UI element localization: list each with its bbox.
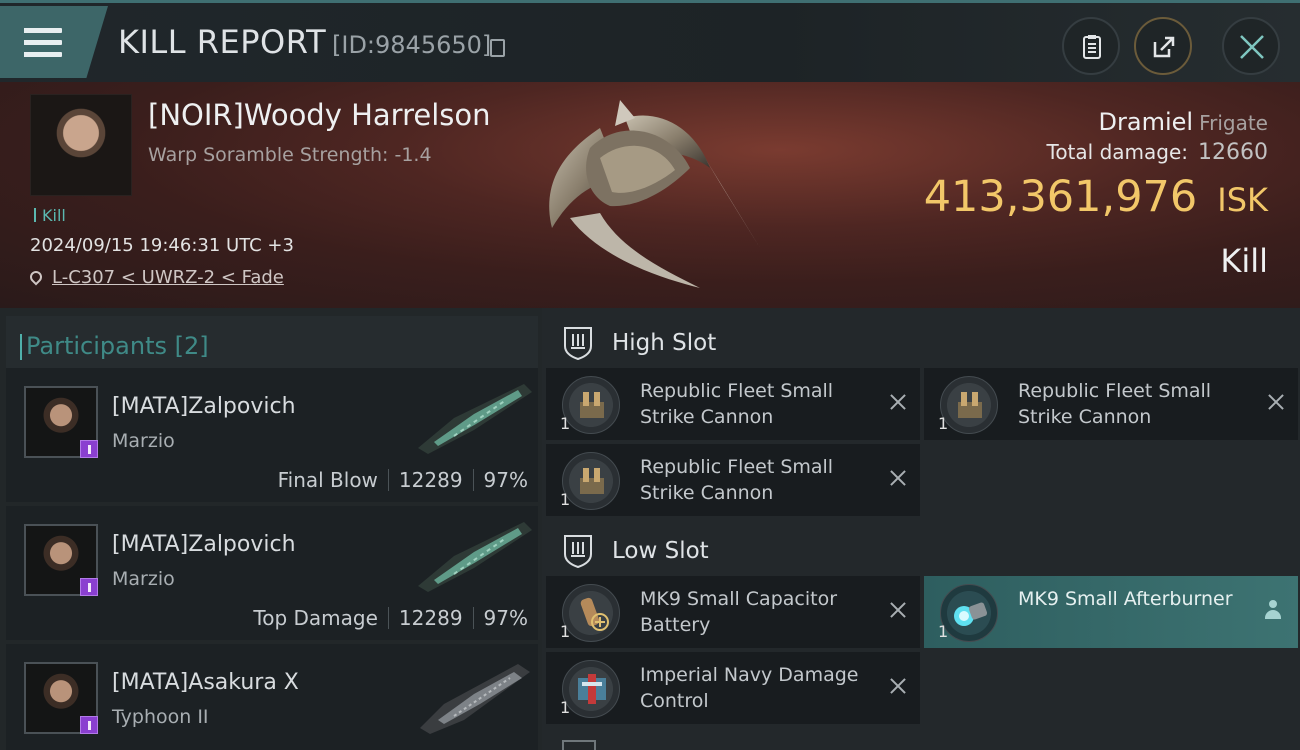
module-quantity: 1 [938,622,949,641]
module-item[interactable]: 1 MK9 Small Capacitor Battery [546,576,920,648]
user-icon [1264,600,1282,620]
high-slot-label: High Slot [612,330,717,356]
victim-ship-class: Frigate [1199,111,1268,135]
header-bar: KILL REPORT [ID:9845650] [0,0,1300,82]
low-slot-shield-icon [564,535,592,568]
participant-percent: 97% [483,606,528,630]
participants-label: Participants [2] [20,332,209,360]
close-button[interactable] [1222,17,1280,75]
kill-location[interactable]: L-C307 < UWRZ-2 < Fade [27,267,284,288]
module-name: Imperial Navy Damage Control [640,664,859,712]
result-label: Kill [1220,242,1268,280]
total-damage-line: Total damage: 12660 [1047,140,1269,165]
participant-row[interactable]: [MATA]Zalpovich Marzio Final Blow 12289 97… [6,368,538,502]
strike-cannon-icon [940,376,998,434]
location-link[interactable]: L-C307 < UWRZ-2 < Fade [52,267,284,288]
participant-avatar[interactable] [24,386,98,458]
module-quantity: 1 [560,414,571,433]
total-damage-value: 12660 [1198,140,1268,165]
destroyed-icon [1268,394,1284,410]
strike-cannon-icon [562,452,620,510]
kill-tag: Kill [34,206,66,225]
destroyed-icon [890,678,906,694]
rank-badge-icon [80,716,98,734]
module-quantity: 1 [560,622,571,641]
module-name: Republic Fleet Small Strike Cannon [1018,380,1212,428]
location-pin-icon [27,268,45,286]
victim-ship-name[interactable]: Dramiel [1099,108,1194,136]
participant-avatar[interactable] [24,662,98,734]
total-damage-label: Total damage: [1046,140,1189,164]
participant-role: Final Blow [277,468,378,492]
module-item-dropped[interactable]: 1 MK9 Small Afterburner [924,576,1298,648]
module-quantity: 1 [560,490,571,509]
destroyed-icon [890,394,906,410]
clipboard-icon [1083,35,1101,59]
participant-ship: Marzio [112,430,175,452]
participant-row[interactable]: [MATA]Zalpovich Marzio Top Damage 12289 97… [6,506,538,640]
participant-avatar[interactable] [24,524,98,596]
module-name: MK9 Small Capacitor Battery [640,588,838,636]
participant-damage: 12289 [398,606,463,630]
victim-ship-image[interactable] [530,88,770,304]
rank-badge-icon [80,578,98,596]
participant-ship-image [418,384,532,454]
participant-percent: 97% [483,468,528,492]
participants-panel: Participants [2] [MATA]Zalpovich Marzio … [0,308,542,750]
victim-panel: [NOIR]Woody Harrelson Warp Soramble Stre… [0,82,1300,308]
participant-row[interactable]: [MATA]Asakura X Typhoon II [6,644,538,750]
low-slot-label: Low Slot [612,538,709,564]
fitting-panel: High Slot 1 Republic Fleet Small Strike … [542,308,1300,750]
victim-ship-line: Dramiel Frigate [1099,108,1268,136]
participant-name: [MATA]Zalpovich [112,532,296,557]
participant-stats: Final Blow 12289 97% [278,468,528,492]
isk-unit: ISK [1217,181,1268,219]
module-item[interactable]: 1 Republic Fleet Small Strike Cannon [546,368,920,440]
high-slot-shield-icon [564,327,592,360]
strike-cannon-icon [562,376,620,434]
afterburner-icon [940,584,998,642]
destroyed-icon [890,602,906,618]
module-name: MK9 Small Afterburner [1018,588,1233,610]
isk-value: 413,361,976 [923,172,1198,222]
rank-badge-icon [80,440,98,458]
share-button[interactable] [1134,17,1192,75]
damage-control-icon [562,660,620,718]
participant-name: [MATA]Zalpovich [112,394,296,419]
isk-value-line: 413,361,976 ISK [924,172,1268,222]
warp-scramble-strength: Warp Soramble Strength: -1.4 [148,144,432,166]
module-name: Republic Fleet Small Strike Cannon [640,456,834,504]
close-icon [1240,35,1264,59]
participant-stats: Top Damage 12289 97% [253,606,528,630]
module-item[interactable]: 1 Imperial Navy Damage Control [546,652,920,724]
destroyed-icon [890,470,906,486]
victim-avatar[interactable] [30,94,132,196]
page-title: KILL REPORT [118,23,327,61]
participant-damage: 12289 [398,468,463,492]
copy-icon[interactable] [490,39,505,57]
report-id: [ID:9845650] [332,31,492,59]
participant-role: Top Damage [253,606,378,630]
participant-ship-image [420,664,530,734]
module-quantity: 1 [938,414,949,433]
participant-ship: Marzio [112,568,175,590]
victim-name[interactable]: [NOIR]Woody Harrelson [148,98,491,132]
kill-timestamp: 2024/09/15 19:46:31 UTC +3 [30,235,294,256]
module-item[interactable]: 1 Republic Fleet Small Strike Cannon [924,368,1298,440]
participant-name: [MATA]Asakura X [112,670,299,695]
participants-header[interactable]: Participants [2] [6,316,538,368]
menu-button[interactable] [0,6,108,78]
share-icon [1153,36,1175,58]
next-slot-header-partial [562,740,596,750]
clipboard-button[interactable] [1062,17,1120,75]
module-name: Republic Fleet Small Strike Cannon [640,380,834,428]
capacitor-battery-icon [562,584,620,642]
participant-ship: Typhoon II [112,706,209,728]
module-item[interactable]: 1 Republic Fleet Small Strike Cannon [546,444,920,516]
participant-ship-image [418,522,532,592]
module-quantity: 1 [560,698,571,717]
